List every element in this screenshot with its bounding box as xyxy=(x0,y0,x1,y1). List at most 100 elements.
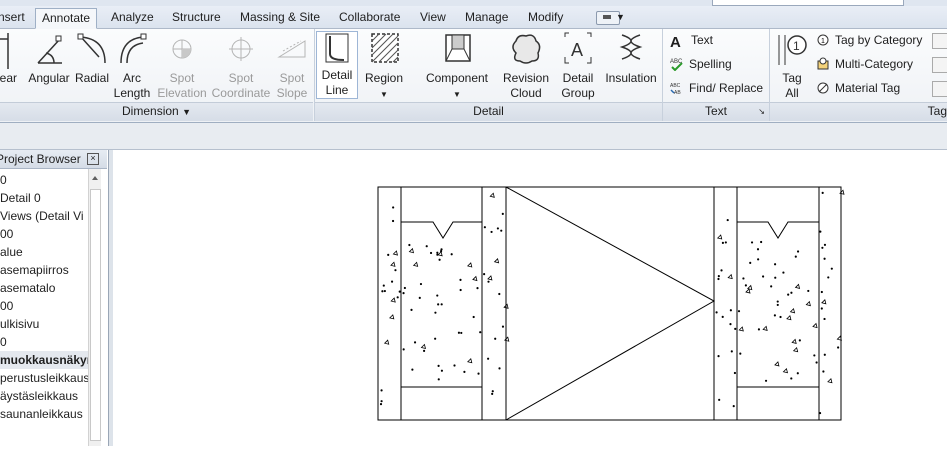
insulation-button[interactable]: Insulation xyxy=(602,31,660,86)
symbol-icon[interactable] xyxy=(932,57,947,73)
hatch-speck xyxy=(479,331,482,334)
tab-analyze[interactable]: Analyze xyxy=(111,9,154,26)
text-a-icon: A xyxy=(670,34,681,51)
tab-view[interactable]: View xyxy=(420,9,446,26)
hatch-speck xyxy=(434,311,437,314)
hatch-speck xyxy=(381,290,384,293)
angular-label: Angular xyxy=(28,71,70,85)
revision-cloud-button[interactable]: Revision Cloud xyxy=(500,31,552,101)
hatch-speck xyxy=(387,253,390,256)
arc-length-label-1: Arc xyxy=(123,71,141,85)
tag-by-category-button[interactable]: 1 Tag by Category xyxy=(816,33,922,48)
text-button[interactable]: A Text xyxy=(670,33,713,51)
spelling-button[interactable]: ABC Spelling xyxy=(670,57,732,72)
angular-dimension-button[interactable]: Angular xyxy=(26,31,72,86)
hatch-speck xyxy=(827,276,830,279)
arc-length-label-2: Length xyxy=(113,86,151,100)
tree-item[interactable]: Detail 0 xyxy=(0,189,88,207)
chevron-down-icon[interactable]: ▼ xyxy=(616,9,625,26)
text-panel-label[interactable]: Text ↘ xyxy=(663,102,769,121)
tree-item[interactable]: 00 xyxy=(0,297,88,315)
find-replace-button[interactable]: ABC AB Find/ Replace xyxy=(670,81,763,96)
tree-item[interactable]: 0 xyxy=(0,171,88,189)
tag-panel-label[interactable]: Tag xyxy=(770,102,947,121)
material-tag-button[interactable]: Material Tag xyxy=(816,81,900,96)
close-icon[interactable]: × xyxy=(87,153,99,165)
spot-slope-button[interactable]: Spot Slope xyxy=(274,31,310,101)
tab-collaborate[interactable]: Collaborate xyxy=(339,9,400,26)
component-button[interactable]: Component ▼ xyxy=(422,31,492,102)
hatch-speck xyxy=(792,346,799,353)
hatch-speck xyxy=(390,280,394,283)
region-button[interactable]: Region ▼ xyxy=(362,31,406,102)
hatch-speck xyxy=(794,283,801,289)
hatch-speck xyxy=(483,226,486,229)
tag-all-button[interactable]: 1 Tag All xyxy=(772,31,812,101)
spot-coordinate-button[interactable]: Spot Coordinate xyxy=(210,31,272,101)
hatch-speck xyxy=(501,212,504,216)
tab-annotate[interactable]: Annotate xyxy=(35,8,98,29)
hatch-speck xyxy=(493,258,500,264)
detail-line-button[interactable]: Detail Line xyxy=(316,31,358,99)
region-icon xyxy=(371,33,399,63)
arc-length-button[interactable]: Arc Length xyxy=(112,31,152,101)
hatch-speck xyxy=(727,273,733,280)
tree-item[interactable]: Views (Detail Vi xyxy=(0,207,88,225)
scrollbar-thumb[interactable] xyxy=(90,189,101,441)
hatch-speck xyxy=(726,218,729,222)
scroll-up-icon[interactable] xyxy=(92,176,98,180)
tree-item-selected[interactable]: muokkausnäkym xyxy=(0,351,88,369)
drawing-canvas[interactable] xyxy=(113,150,947,446)
tab-modify[interactable]: Modify xyxy=(528,9,563,26)
tree-item[interactable]: 00 xyxy=(0,225,88,243)
spot-elevation-label-1: Spot xyxy=(169,71,195,85)
detail-line-label-1: Detail xyxy=(321,68,353,82)
tree-item[interactable]: alue xyxy=(0,243,88,261)
hatch-speck xyxy=(487,275,493,281)
tree-item[interactable]: asematalo xyxy=(0,279,88,297)
spot-elevation-button[interactable]: Spot Elevation xyxy=(154,31,210,101)
tab-insert[interactable]: nsert xyxy=(0,9,25,26)
hatch-speck xyxy=(822,370,825,373)
detail-geometry xyxy=(377,186,842,421)
tab-massing-site[interactable]: Massing & Site xyxy=(240,9,320,26)
tag-by-category-icon: 1 xyxy=(817,34,829,46)
hatch-speck xyxy=(408,243,411,247)
browser-scrollbar[interactable] xyxy=(88,169,101,446)
tree-item[interactable]: perustusleikkaus xyxy=(0,369,88,387)
hatch-speck xyxy=(813,354,816,357)
hatch-speck xyxy=(744,284,747,287)
tree-item[interactable]: asemapiirros xyxy=(0,261,88,279)
hatch-speck xyxy=(764,379,768,382)
keynote-icon[interactable] xyxy=(932,33,947,49)
hatch-speck xyxy=(460,331,463,335)
tab-manage[interactable]: Manage xyxy=(465,9,508,26)
spot-coordinate-icon xyxy=(229,37,253,61)
hatch-speck xyxy=(436,294,439,297)
hatch-speck xyxy=(438,258,441,261)
hatch-speck xyxy=(419,282,423,286)
dimension-panel-label[interactable]: Dimension ▼ xyxy=(0,102,313,121)
radial-dimension-button[interactable]: Radial xyxy=(73,31,111,86)
left-notch-line xyxy=(401,221,482,239)
stair-tread-icon[interactable] xyxy=(932,81,947,97)
hatch-speck xyxy=(761,275,765,278)
hatch-speck xyxy=(472,315,475,319)
revision-cloud-label-1: Revision xyxy=(502,71,550,85)
hatch-speck xyxy=(498,367,501,370)
tree-item[interactable]: 0 xyxy=(0,333,88,351)
revision-cloud-label-2: Cloud xyxy=(510,86,542,100)
hatch-speck xyxy=(380,400,383,403)
hatch-speck xyxy=(760,240,763,244)
multi-category-button[interactable]: Multi-Category xyxy=(816,57,913,72)
tab-structure[interactable]: Structure xyxy=(172,9,221,26)
hatch-speck xyxy=(418,296,421,299)
tree-item[interactable]: saunanleikkaus xyxy=(0,405,88,423)
tree-item[interactable]: äystäsleikkaus xyxy=(0,387,88,405)
hatch-speck xyxy=(382,284,385,287)
tree-item[interactable]: ulkisivu xyxy=(0,315,88,333)
detail-outline xyxy=(377,186,842,421)
hatch-speck xyxy=(789,307,796,314)
hatch-speck xyxy=(815,361,818,364)
linear-dimension-button[interactable]: near xyxy=(0,31,20,86)
